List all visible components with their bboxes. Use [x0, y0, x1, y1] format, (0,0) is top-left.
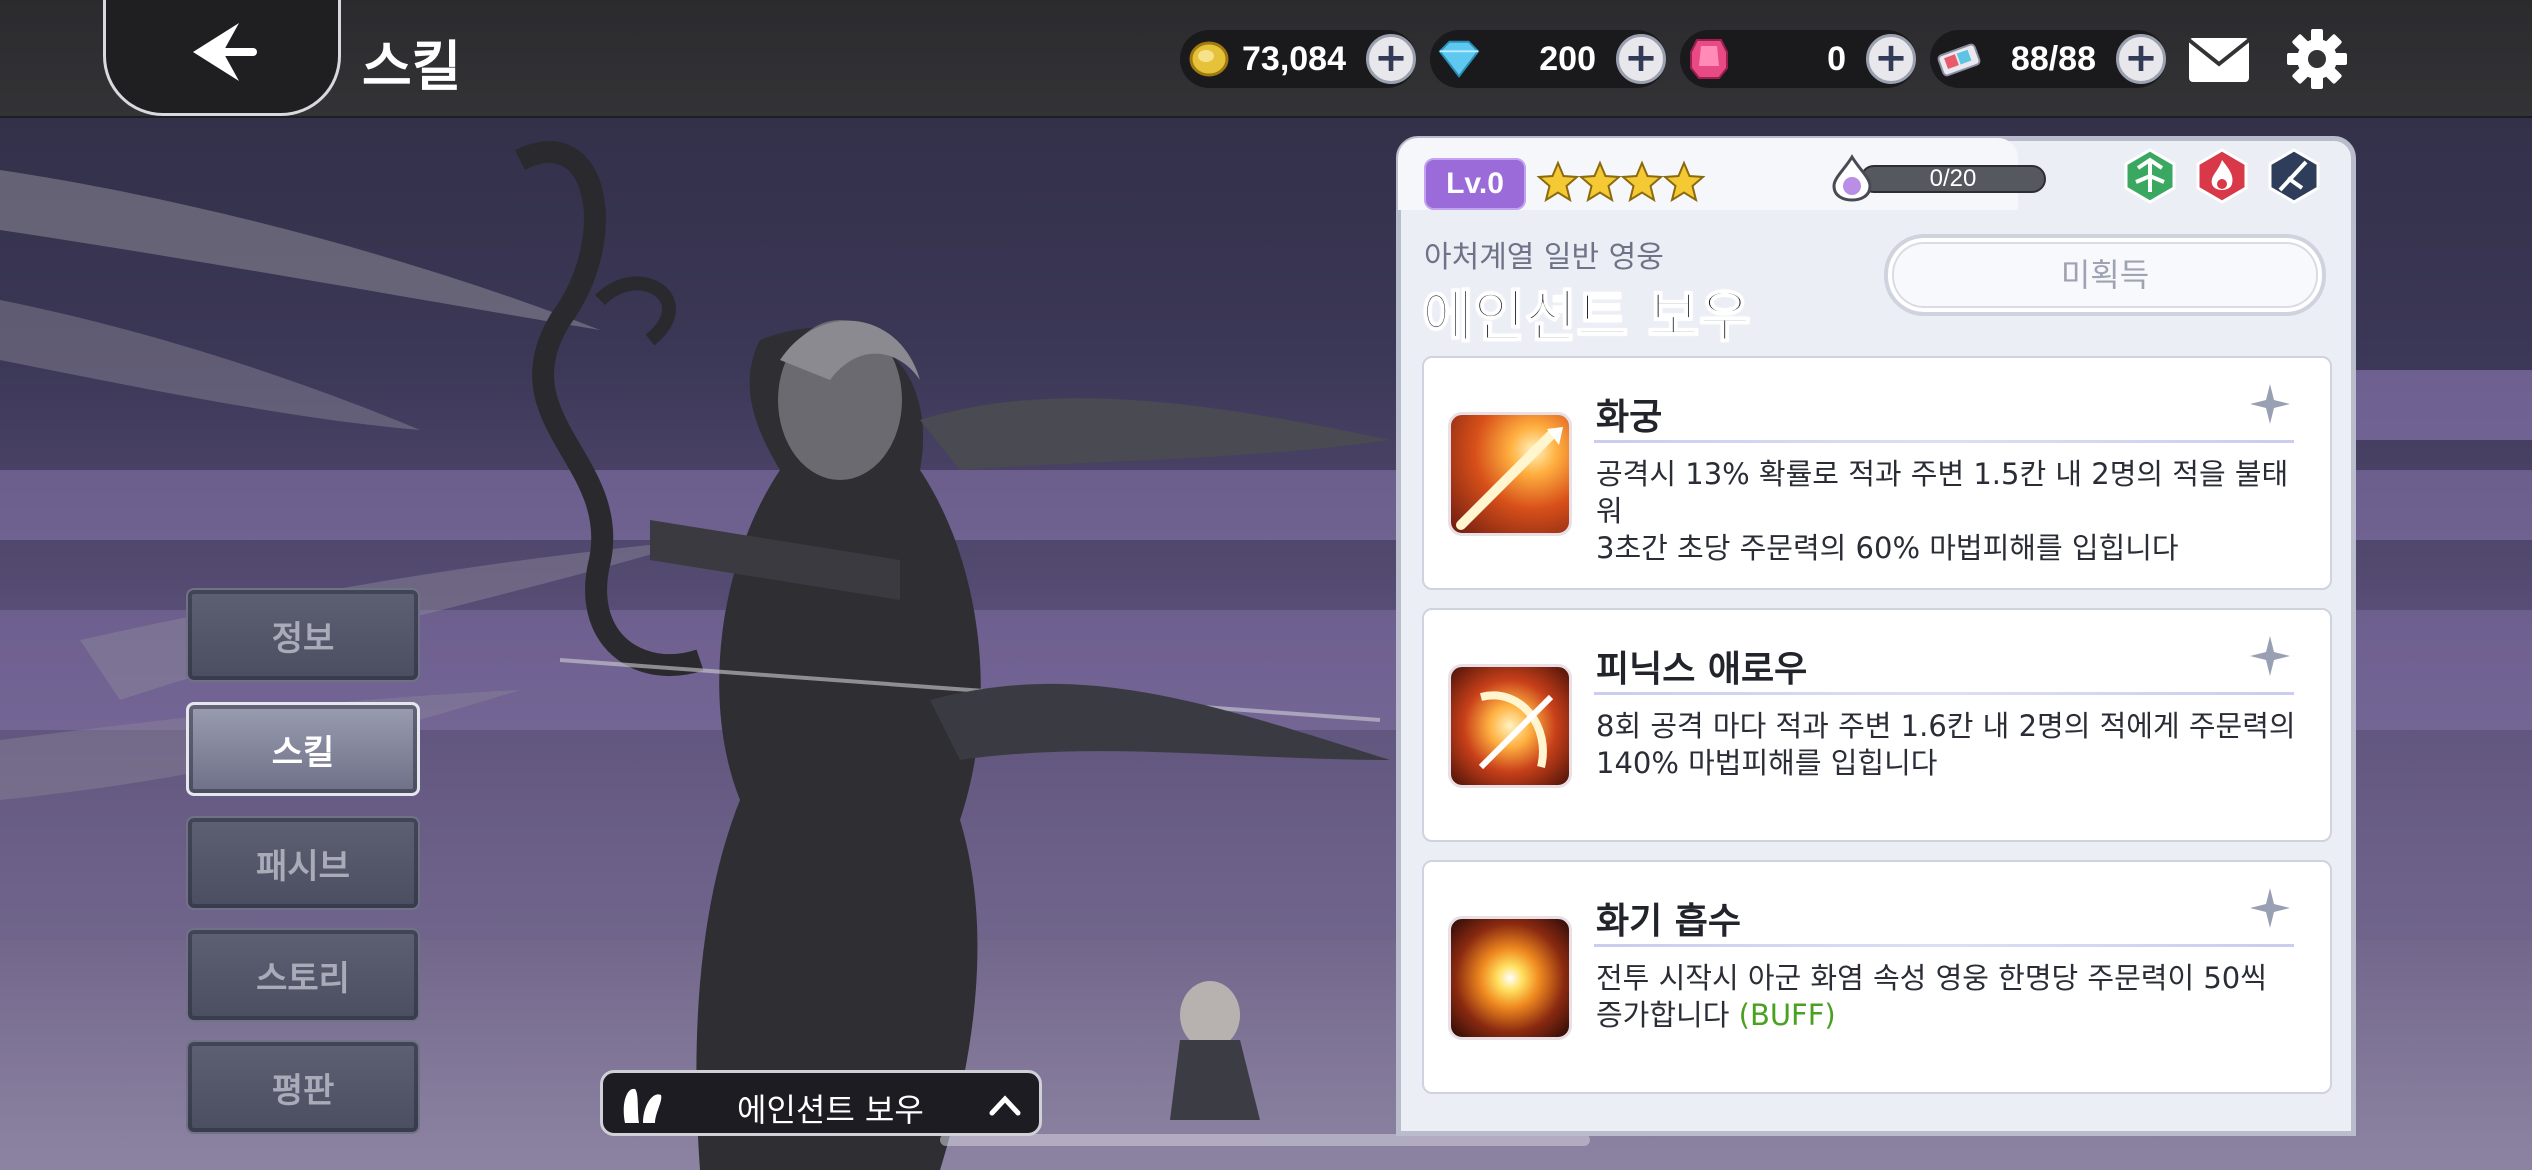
diamond-icon [1436, 36, 1482, 82]
star-icon [1578, 160, 1622, 203]
skill-name: 피닉스 애로우 [1596, 649, 1808, 690]
phoenix-arrow-skill-icon [1448, 664, 1572, 788]
divider [1594, 692, 2294, 695]
rabbit-ears-icon [623, 1088, 662, 1123]
diamond-currency: 200 + [1430, 30, 1666, 88]
skill-card[interactable]: 피닉스 애로우 8회 공격 마다 적과 주변 1.6칸 내 2명의 적에게 주문… [1422, 608, 2332, 842]
ruby-currency: 0 + [1680, 30, 1916, 88]
top-bar: 스킬 73,084 + 200 + 0 + 88/88 + [0, 0, 2532, 118]
level-badge: Lv.0 [1424, 158, 1526, 210]
sparkle-icon [2250, 384, 2290, 424]
add-diamond-button[interactable]: + [1616, 34, 1666, 84]
gear-icon[interactable] [2286, 28, 2348, 90]
back-button[interactable] [103, 0, 341, 116]
hero-name: 에인션트 보우 [1421, 284, 1752, 351]
skill-description: 8회 공격 마다 적과 주변 1.6칸 내 2명의 적에게 주문력의 140% … [1596, 709, 2296, 780]
ruby-gem-icon [1686, 36, 1732, 82]
diamond-amount: 200 [1539, 40, 1596, 78]
buff-tag: (BUFF) [1738, 998, 1836, 1032]
unacquired-status-button[interactable]: 미획득 [1884, 234, 2326, 316]
gold-currency: 73,084 + [1180, 30, 1416, 88]
menu-passive-button[interactable]: 패시브 [186, 816, 420, 910]
add-gold-button[interactable]: + [1366, 34, 1416, 84]
skill-name: 화기 흡수 [1596, 901, 1742, 942]
ruby-amount: 0 [1827, 40, 1846, 78]
chevron-up-icon [989, 1095, 1021, 1116]
mail-icon[interactable] [2187, 36, 2251, 84]
skill-card[interactable]: 화기 흡수 전투 시작시 아군 화염 속성 영웅 한명당 주문력이 50씩 증가… [1422, 860, 2332, 1094]
sparkle-icon [2250, 636, 2290, 676]
archer-class-icon [2124, 148, 2176, 204]
dealer-role-icon [2268, 148, 2320, 204]
menu-reputation-button[interactable]: 평판 [186, 1040, 420, 1134]
fire-element-icon [2196, 148, 2248, 204]
stamina-amount: 88/88 [2010, 40, 2096, 78]
skill-name: 화궁 [1596, 397, 1663, 438]
gold-amount: 73,084 [1242, 40, 1346, 78]
skill-description: 공격시 13% 확률로 적과 주변 1.5칸 내 2명의 적을 불태워 3초간 … [1596, 457, 2289, 565]
star-icon [1536, 160, 1580, 203]
hero-selector-dropdown[interactable]: 에인션트 보우 [600, 1070, 1042, 1136]
add-ruby-button[interactable]: + [1866, 34, 1916, 84]
skill-card[interactable]: 화궁 공격시 13% 확률로 적과 주변 1.5칸 내 2명의 적을 불태워 3… [1422, 356, 2332, 590]
back-arrow-icon [193, 22, 257, 81]
hero-selector-name: 에인션트 보우 [737, 1091, 924, 1129]
menu-skill-button[interactable]: 스킬 [186, 702, 420, 796]
sparkle-icon [2250, 888, 2290, 928]
star-icon [1620, 160, 1664, 203]
stamina-ticket-icon [1936, 36, 1982, 82]
fire-bow-skill-icon [1448, 412, 1572, 536]
stamina-currency: 88/88 + [1930, 30, 2166, 88]
gold-coin-icon [1186, 36, 1232, 82]
skill-description: 전투 시작시 아군 화염 속성 영웅 한명당 주문력이 50씩 증가합니다 (B… [1596, 961, 2267, 1032]
divider [1594, 440, 2294, 443]
exp-progress-bar: 0/20 [1860, 165, 2046, 193]
page-title: 스킬 [362, 35, 462, 98]
star-icon [1662, 160, 1706, 203]
add-stamina-button[interactable]: + [2116, 34, 2166, 84]
menu-story-button[interactable]: 스토리 [186, 928, 420, 1022]
exp-drop-icon [1832, 154, 1872, 202]
fire-absorb-skill-icon [1448, 916, 1572, 1040]
hero-class-label: 아처계열 일반 영웅 [1424, 240, 1664, 275]
menu-info-button[interactable]: 정보 [186, 588, 420, 682]
divider [1594, 944, 2294, 947]
